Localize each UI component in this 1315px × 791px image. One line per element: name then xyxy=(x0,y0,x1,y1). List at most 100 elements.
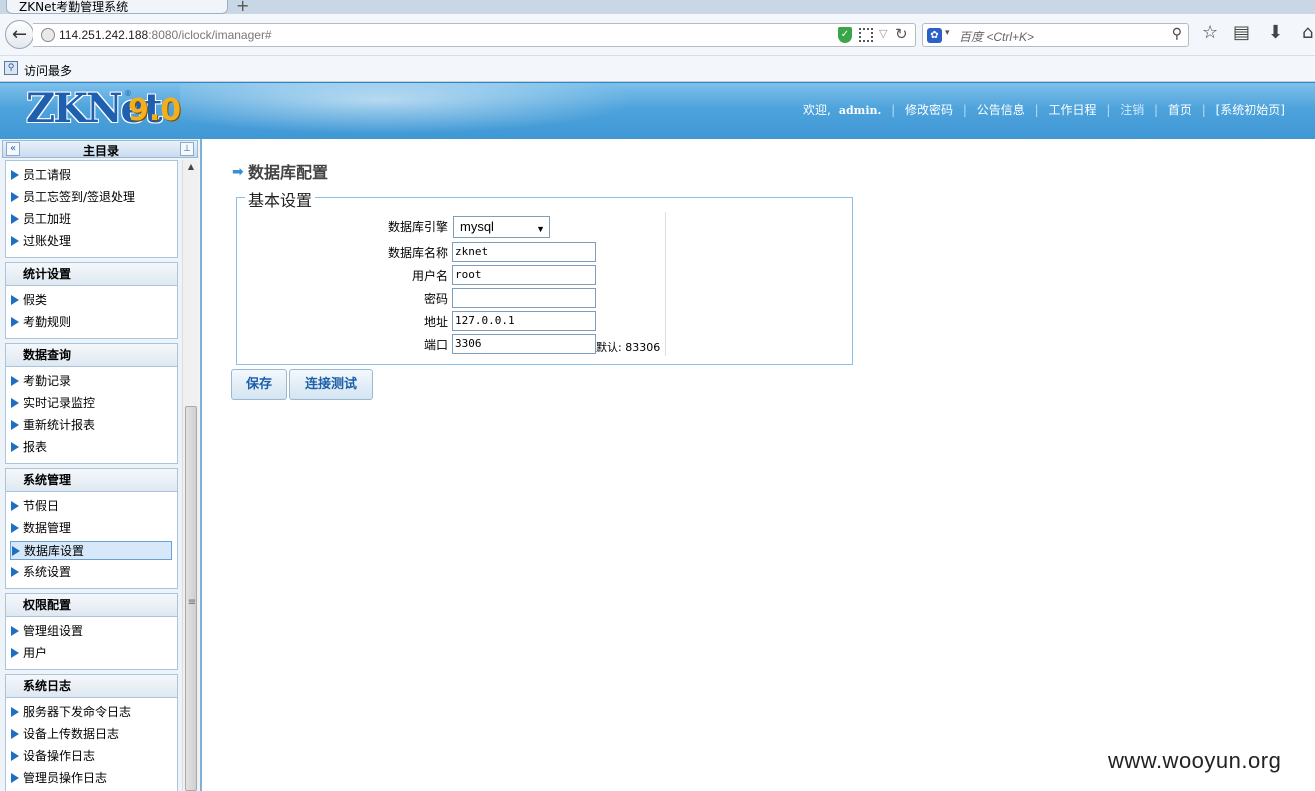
download-icon[interactable]: ⬇ xyxy=(1268,22,1283,43)
bookmarks-bar: ⚲ 访问最多 xyxy=(0,56,1315,82)
sidebar-item-server-command-log[interactable]: 服务器下发命令日志 xyxy=(5,703,172,722)
browser-tab[interactable]: ZKNet考勤管理系统 xyxy=(6,0,228,14)
pin-sidebar-icon[interactable]: ⊥ xyxy=(180,142,194,156)
chevron-down-icon: ▼ xyxy=(536,224,545,234)
sidebar: 主目录 « ⊥ 员工请假 员工忘签到/签退处理 员工加班 过账处理 统计设置 假… xyxy=(0,139,202,791)
browser-tab-strip: ZKNet考勤管理系统 + xyxy=(0,0,1315,15)
sidebar-item-records[interactable]: 考勤记录 xyxy=(5,372,172,391)
init-home-link[interactable]: [系统初始页] xyxy=(1216,103,1285,117)
browser-tab-title: ZKNet考勤管理系统 xyxy=(19,0,129,14)
username-field[interactable]: root xyxy=(452,265,596,285)
sidebar-item-system-settings[interactable]: 系统设置 xyxy=(5,563,172,582)
sidebar-item-rules[interactable]: 考勤规则 xyxy=(5,313,172,332)
sidebar-item-missed-punch[interactable]: 员工忘签到/签退处理 xyxy=(5,188,172,207)
sidebar-item-users[interactable]: 用户 xyxy=(5,644,172,663)
search-placeholder: 百度 <Ctrl+K> xyxy=(959,30,1035,44)
home-icon[interactable]: ⌂ xyxy=(1302,22,1313,43)
sidebar-group-logs[interactable]: 系统日志 xyxy=(5,674,178,698)
triangle-right-icon xyxy=(11,501,19,511)
sidebar-item-leave-types[interactable]: 假类 xyxy=(5,291,172,310)
sidebar-item-posting[interactable]: 过账处理 xyxy=(5,232,172,251)
sidebar-group-stats[interactable]: 统计设置 xyxy=(5,262,178,286)
search-icon[interactable]: ⚲ xyxy=(1172,26,1182,42)
sidebar-item-data-management[interactable]: 数据管理 xyxy=(5,519,172,538)
sidebar-group-query[interactable]: 数据查询 xyxy=(5,343,178,367)
change-password-link[interactable]: 修改密码 xyxy=(905,103,953,117)
globe-icon xyxy=(41,28,55,42)
sidebar-item-reports[interactable]: 报表 xyxy=(5,438,172,457)
password-label: 密码 xyxy=(423,292,448,306)
db-name-label: 数据库名称 xyxy=(387,246,448,260)
password-field[interactable] xyxy=(452,288,596,308)
sidebar-header: 主目录 « ⊥ xyxy=(2,140,198,158)
port-field[interactable]: 3306 xyxy=(452,334,596,354)
sidebar-item-recalc[interactable]: 重新统计报表 xyxy=(5,416,172,435)
sidebar-item-admin-operation-log[interactable]: 管理员操作日志 xyxy=(5,769,172,788)
sidebar-item-admin-groups[interactable]: 管理组设置 xyxy=(5,622,172,641)
browser-navbar: ← 114.251.242.188:8080/iclock/imanager# … xyxy=(0,14,1315,56)
qrcode-icon[interactable] xyxy=(859,28,873,42)
port-label: 端口 xyxy=(423,338,448,352)
username-label: 用户名 xyxy=(411,269,448,283)
address-field[interactable]: 127.0.0.1 xyxy=(452,311,596,331)
address-bar[interactable]: 114.251.242.188:8080/iclock/imanager# ✓ … xyxy=(33,23,916,47)
triangle-right-icon xyxy=(12,546,20,556)
engine-selected-value: mysql xyxy=(460,219,494,234)
announcements-link[interactable]: 公告信息 xyxy=(977,103,1025,117)
most-visited-icon: ⚲ xyxy=(4,61,18,75)
logo-version: 9.0 xyxy=(128,93,182,128)
back-button[interactable]: ← xyxy=(5,20,34,49)
sidebar-title: 主目录 xyxy=(82,144,119,158)
db-name-field[interactable]: zknet xyxy=(452,242,596,262)
sidebar-item-device-upload-log[interactable]: 设备上传数据日志 xyxy=(5,725,172,744)
connection-test-button[interactable]: 连接测试 xyxy=(289,369,373,400)
sidebar-group-system[interactable]: 系统管理 xyxy=(5,468,178,492)
collapse-sidebar-icon[interactable]: « xyxy=(6,142,20,156)
baidu-paw-icon[interactable]: ✿ xyxy=(927,28,942,43)
scroll-up-icon[interactable]: ▲ xyxy=(183,162,199,171)
new-tab-button[interactable]: + xyxy=(236,0,249,15)
work-schedule-link[interactable]: 工作日程 xyxy=(1048,103,1096,117)
engine-select[interactable]: mysql ▼ xyxy=(453,216,550,238)
triangle-right-icon xyxy=(11,442,19,452)
triangle-right-icon xyxy=(11,398,19,408)
sidebar-item-holidays[interactable]: 节假日 xyxy=(5,497,172,516)
triangle-right-icon xyxy=(11,214,19,224)
main-content: ➡ 数据库配置 基本设置 数据库引擎 mysql ▼ 数据库名称 zknet 用… xyxy=(206,139,1315,791)
triangle-right-icon xyxy=(11,236,19,246)
sidebar-item-device-operation-log[interactable]: 设备操作日志 xyxy=(5,747,172,766)
shield-icon[interactable]: ✓ xyxy=(838,27,852,43)
triangle-right-icon xyxy=(11,751,19,761)
page-title: 数据库配置 xyxy=(248,163,329,182)
nav-separator: | xyxy=(891,103,896,117)
reload-icon[interactable]: ↻ xyxy=(895,25,908,43)
sidebar-item-realtime[interactable]: 实时记录监控 xyxy=(5,394,172,413)
triangle-right-icon xyxy=(11,707,19,717)
engine-label: 数据库引擎 xyxy=(387,220,448,234)
scrollbar-thumb[interactable]: ≡ xyxy=(185,406,197,791)
search-box[interactable]: ✿ ▾ 百度 <Ctrl+K> ⚲ xyxy=(922,23,1189,47)
triangle-right-icon xyxy=(11,170,19,180)
nav-separator: | xyxy=(962,103,967,117)
triangle-right-icon xyxy=(11,376,19,386)
triangle-right-icon xyxy=(11,648,19,658)
bookmark-star-icon[interactable]: ☆ xyxy=(1202,22,1218,43)
nav-separator: | xyxy=(1106,103,1111,117)
watermark: www.wooyun.org xyxy=(1108,748,1282,773)
basic-settings-fieldset: 基本设置 数据库引擎 mysql ▼ 数据库名称 zknet 用户名 root … xyxy=(236,187,853,365)
port-default-hint: 默认: 83306 xyxy=(596,341,661,354)
logout-link[interactable]: 注销 xyxy=(1120,103,1144,117)
sidebar-item-overtime[interactable]: 员工加班 xyxy=(5,210,172,229)
dropdown-arrow-icon[interactable]: ▽ xyxy=(879,27,887,40)
bookmarks-list-icon[interactable]: ▤ xyxy=(1233,22,1250,43)
fieldset-legend: 基本设置 xyxy=(245,187,316,211)
sidebar-item-leave[interactable]: 员工请假 xyxy=(5,166,172,185)
most-visited-bookmark[interactable]: 访问最多 xyxy=(24,62,72,79)
sidebar-group-permissions[interactable]: 权限配置 xyxy=(5,593,178,617)
triangle-right-icon xyxy=(11,626,19,636)
home-link[interactable]: 首页 xyxy=(1168,103,1192,117)
search-engine-dropdown-icon[interactable]: ▾ xyxy=(945,28,950,38)
sidebar-scrollbar[interactable]: ▲ ≡ xyxy=(182,160,198,791)
save-button[interactable]: 保存 xyxy=(231,369,287,400)
sidebar-item-database-settings[interactable]: 数据库设置 xyxy=(10,541,172,560)
